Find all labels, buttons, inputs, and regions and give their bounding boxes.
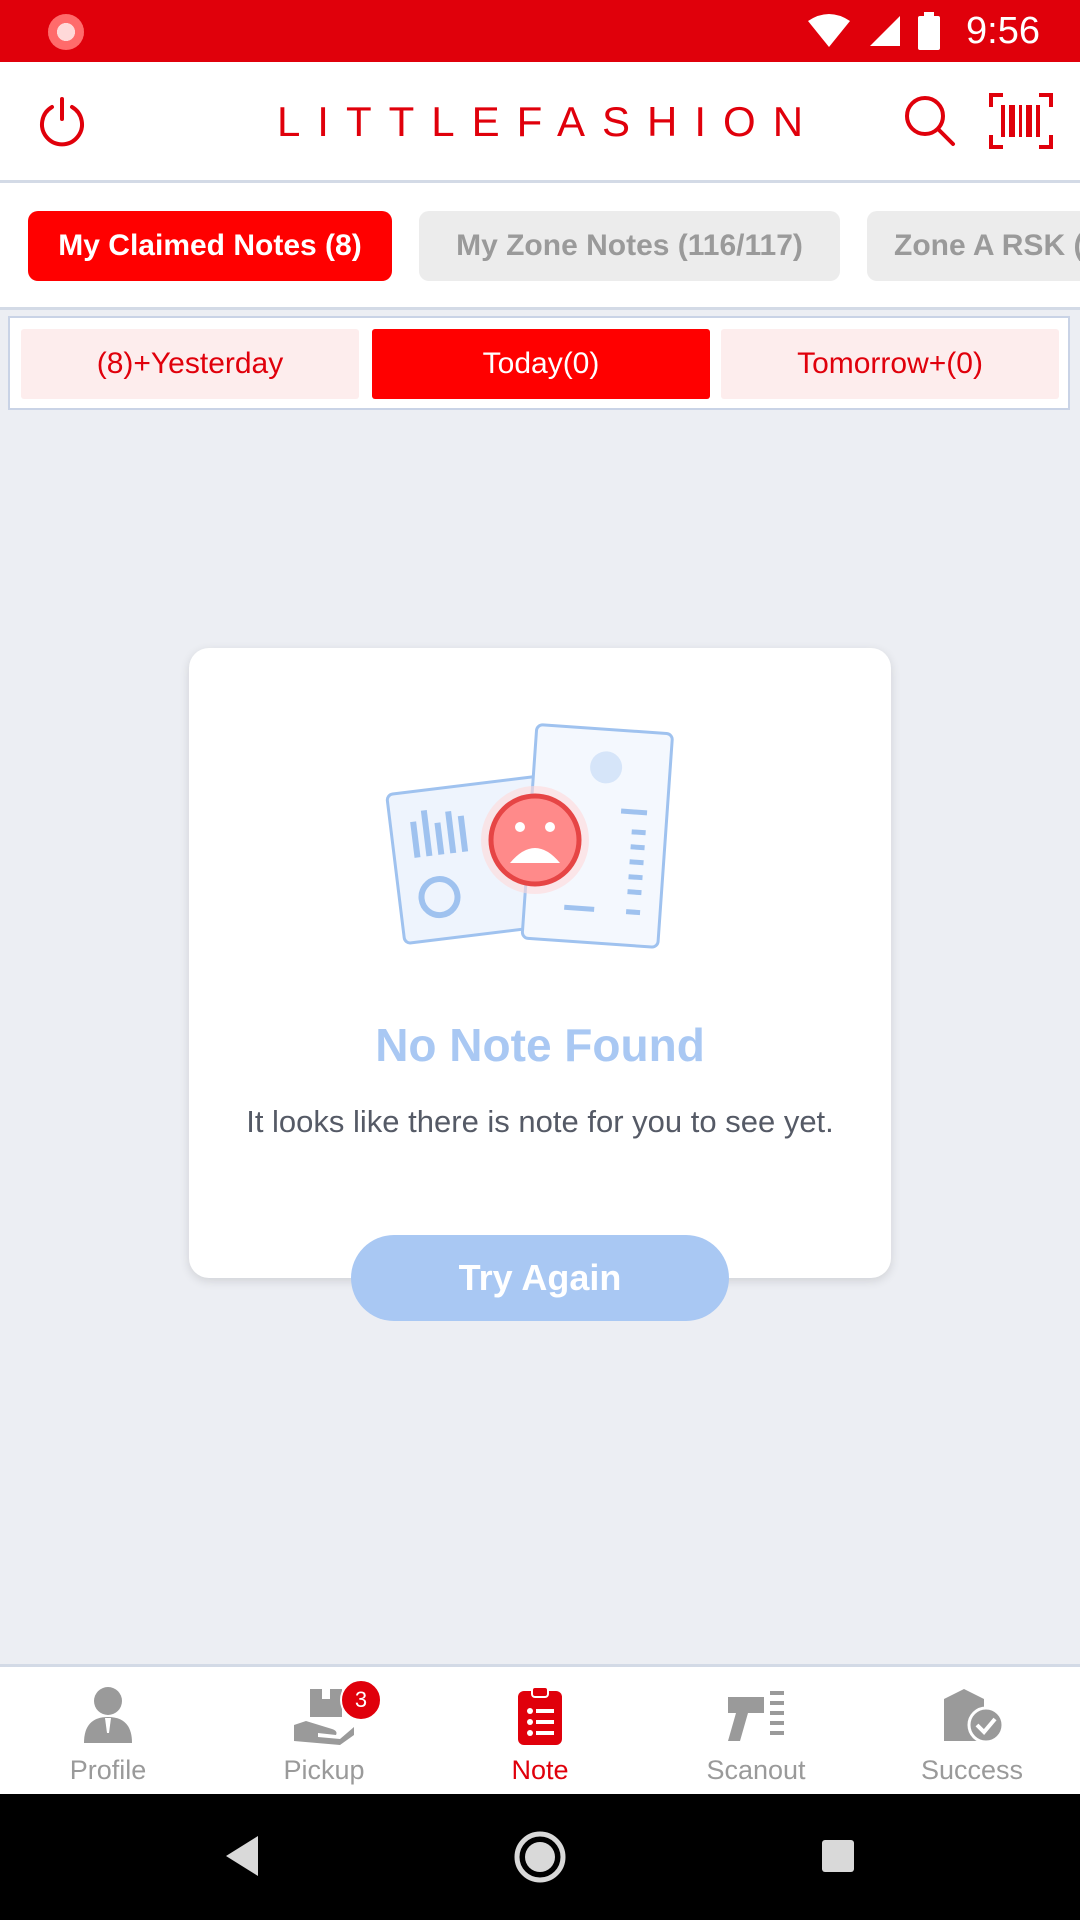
wifi-icon xyxy=(808,14,851,47)
pickup-badge: 3 xyxy=(340,1679,382,1721)
nav-item-scanout[interactable]: Scanout xyxy=(648,1667,864,1797)
scanout-icon xyxy=(728,1691,784,1741)
subtab-today[interactable]: Today(0) xyxy=(372,329,710,399)
barcode-scan-icon xyxy=(989,93,1053,149)
status-bar: 9:56 xyxy=(0,0,1080,62)
app-bar: LITTLEFASHION xyxy=(0,62,1080,183)
note-icon xyxy=(518,1686,562,1745)
success-icon xyxy=(944,1689,1004,1744)
nav-label-success: Success xyxy=(920,1755,1024,1785)
nav-label-scanout: Scanout xyxy=(706,1755,806,1785)
try-again-button[interactable]: Try Again xyxy=(351,1235,729,1321)
nav-label-pickup: Pickup xyxy=(283,1755,365,1785)
profile-icon xyxy=(84,1687,132,1743)
nav-label-note: Note xyxy=(511,1755,569,1785)
empty-state-title: No Note Found xyxy=(375,1019,705,1071)
tab-my-claimed-notes[interactable]: My Claimed Notes (8) xyxy=(28,211,392,281)
subtab-yesterday[interactable]: (8)+Yesterday xyxy=(21,329,359,399)
recents-icon[interactable] xyxy=(820,1838,856,1874)
nav-item-profile[interactable]: Profile xyxy=(0,1667,216,1797)
date-filter-tabs: (8)+Yesterday Today(0) Tomorrow+(0) xyxy=(8,316,1070,410)
cell-signal-icon xyxy=(870,16,901,46)
home-icon[interactable] xyxy=(513,1830,567,1884)
nav-item-success[interactable]: Success xyxy=(864,1667,1080,1797)
barcode-scan-button[interactable] xyxy=(988,62,1054,180)
empty-state-message: It looks like there is note for you to s… xyxy=(246,1104,834,1139)
nav-item-pickup[interactable]: 3 Pickup xyxy=(216,1667,432,1797)
subtab-tomorrow[interactable]: Tomorrow+(0) xyxy=(721,329,1059,399)
tab-my-zone-notes[interactable]: My Zone Notes (116/117) xyxy=(419,211,840,281)
battery-icon xyxy=(918,12,941,50)
system-navigation-bar xyxy=(0,1794,1080,1920)
search-button[interactable] xyxy=(900,62,960,180)
status-icons: 9:56 xyxy=(806,0,1040,62)
nav-label-profile: Profile xyxy=(69,1755,147,1785)
tab-zone-a-rsk[interactable]: Zone A RSK ( xyxy=(867,211,1080,281)
nav-item-note[interactable]: Note xyxy=(432,1667,648,1797)
no-note-illustration xyxy=(385,723,674,949)
search-icon xyxy=(905,96,955,146)
notification-icon xyxy=(48,14,84,50)
back-icon[interactable] xyxy=(222,1834,262,1878)
bottom-navigation: Profile 3 Pickup Note Scanout Success xyxy=(0,1664,1080,1797)
status-time: 9:56 xyxy=(966,9,1040,52)
note-tabs: My Claimed Notes (8) My Zone Notes (116/… xyxy=(0,183,1080,310)
